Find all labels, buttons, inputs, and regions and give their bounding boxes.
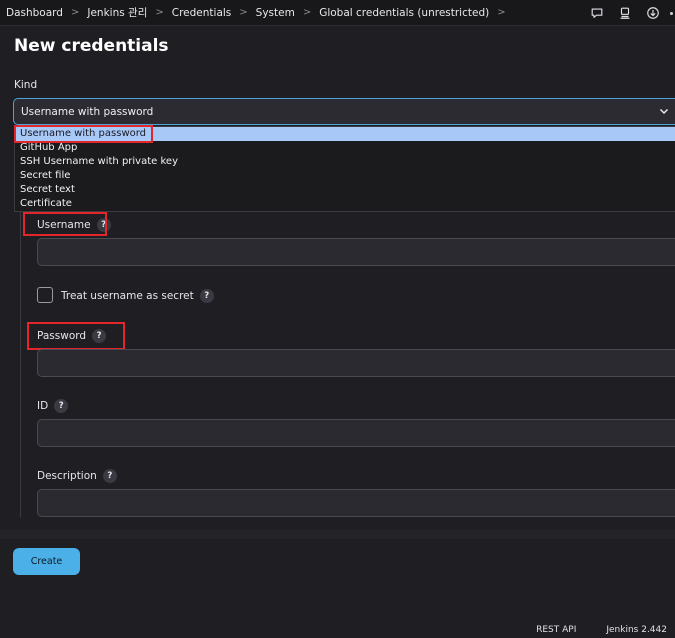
jenkins-version-link[interactable]: Jenkins 2.442	[606, 625, 667, 635]
username-label: Username ?	[37, 218, 111, 232]
form-section-rail	[20, 212, 21, 518]
page-footer: REST API Jenkins 2.442	[536, 625, 667, 635]
top-toolbar	[586, 0, 675, 26]
id-label: ID ?	[37, 399, 69, 413]
username-label-text: Username	[37, 219, 91, 231]
help-icon[interactable]: ?	[199, 289, 214, 303]
chevron-right-icon: >	[497, 7, 506, 18]
kind-option-ssh-key[interactable]: SSH Username with private key	[15, 155, 675, 169]
kind-option-secret-text[interactable]: Secret text	[15, 183, 675, 197]
kind-option-secret-file[interactable]: Secret file	[15, 169, 675, 183]
breadcrumb-dashboard[interactable]: Dashboard	[6, 7, 63, 19]
help-icon[interactable]: ?	[54, 399, 69, 413]
notifications-icon[interactable]	[586, 2, 608, 24]
chevron-right-icon: >	[155, 7, 164, 18]
kind-option-github-app[interactable]: GitHub App	[15, 141, 675, 155]
breadcrumb-global-credentials[interactable]: Global credentials (unrestricted)	[319, 7, 489, 19]
chevron-right-icon: >	[70, 7, 80, 18]
breadcrumb-manage-jenkins[interactable]: Jenkins 관리	[87, 5, 147, 20]
help-icon[interactable]: ?	[96, 218, 111, 232]
description-label-text: Description	[37, 470, 97, 482]
password-label-text: Password	[37, 330, 87, 342]
kind-option-certificate[interactable]: Certificate	[15, 197, 675, 211]
chevron-down-icon	[659, 108, 669, 115]
password-label: Password ?	[37, 329, 107, 343]
username-input[interactable]	[37, 238, 675, 266]
id-label-text: ID	[37, 400, 49, 412]
description-input[interactable]	[37, 489, 675, 517]
page-title: New credentials	[14, 36, 169, 56]
rest-api-link[interactable]: REST API	[536, 625, 576, 635]
more-icon[interactable]	[670, 11, 673, 15]
kind-option-username-password[interactable]: Username with password	[15, 127, 675, 141]
help-icon[interactable]: ?	[102, 469, 117, 483]
breadcrumb-system[interactable]: System	[256, 7, 295, 19]
form-bottom-divider	[0, 530, 675, 539]
help-icon[interactable]: ?	[92, 329, 107, 343]
chevron-right-icon: >	[239, 7, 248, 18]
kind-dropdown-list: Username with password GitHub App SSH Us…	[14, 126, 675, 212]
breadcrumb-credentials[interactable]: Credentials	[172, 7, 232, 19]
treat-username-secret-checkbox[interactable]	[37, 287, 53, 303]
password-input[interactable]	[37, 349, 675, 377]
breadcrumb: Dashboard > Jenkins 관리 > Credentials > S…	[0, 0, 675, 26]
treat-username-secret-label: Treat username as secret ?	[61, 289, 214, 303]
create-button[interactable]: Create	[13, 548, 80, 575]
kind-selected-value: Username with password	[21, 105, 154, 118]
chevron-right-icon: >	[302, 7, 312, 18]
description-label: Description ?	[37, 469, 117, 483]
treat-username-secret-text: Treat username as secret	[61, 290, 194, 302]
download-icon[interactable]	[642, 2, 664, 24]
computer-icon[interactable]	[614, 2, 636, 24]
kind-label: Kind	[14, 79, 38, 91]
id-input[interactable]	[37, 419, 675, 447]
kind-select[interactable]: Username with password	[13, 98, 675, 125]
